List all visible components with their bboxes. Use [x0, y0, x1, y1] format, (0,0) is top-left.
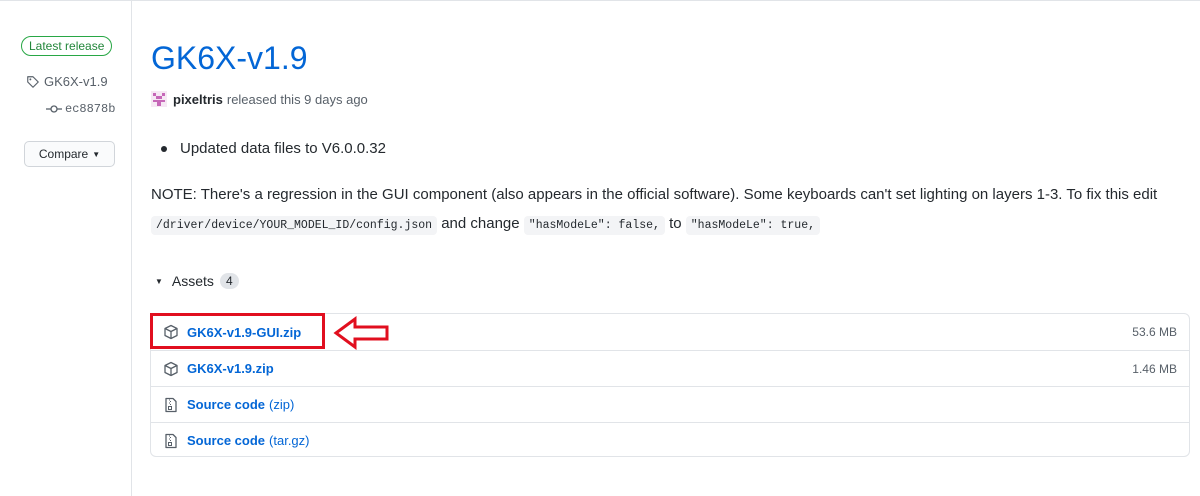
- latest-release-badge: Latest release: [21, 36, 113, 56]
- note-text-3: to: [664, 215, 686, 232]
- note-text-1: NOTE: There's a regression in the GUI co…: [151, 186, 1158, 203]
- column-divider: [131, 0, 132, 496]
- asset-row[interactable]: Source code (tar.gz): [151, 422, 1189, 458]
- annotation-highlight-box: [150, 313, 325, 349]
- assets-toggle[interactable]: ▼ Assets 4: [155, 273, 239, 289]
- release-byline: pixeltris released this 9 days ago: [151, 91, 368, 107]
- file-zip-icon: [165, 433, 177, 448]
- release-title[interactable]: GK6X-v1.9: [151, 38, 308, 78]
- code-has-mode-true: "hasModeLe": true,: [685, 216, 821, 235]
- compare-label: Compare: [38, 147, 89, 161]
- file-zip-icon: [165, 397, 177, 412]
- tag-link[interactable]: GK6X-v1.9: [26, 74, 108, 89]
- note-text-2: and change: [437, 215, 524, 232]
- compare-button[interactable]: Compare ▼: [24, 141, 115, 167]
- release-notes-list: Updated data files to V6.0.0.32: [153, 140, 386, 157]
- commit-icon: [46, 105, 62, 113]
- assets-count-badge: 4: [219, 273, 239, 289]
- tag-name: GK6X-v1.9: [44, 74, 108, 89]
- bullet-dot: [161, 145, 167, 152]
- package-icon: [164, 361, 178, 376]
- code-has-mode-false: "hasModeLe": false,: [523, 216, 665, 235]
- assets-label: Assets: [171, 273, 214, 289]
- commit-link[interactable]: ec8878b: [46, 102, 115, 116]
- avatar[interactable]: [151, 91, 167, 107]
- tag-icon: [27, 75, 39, 88]
- asset-size: 53.6 MB: [1132, 325, 1177, 339]
- asset-suffix[interactable]: (tar.gz): [269, 433, 309, 448]
- asset-row[interactable]: Source code (zip): [151, 386, 1189, 422]
- release-note: NOTE: There's a regression in the GUI co…: [151, 180, 1191, 240]
- asset-row[interactable]: GK6X-v1.9.zip 1.46 MB: [151, 350, 1189, 386]
- list-item-text: Updated data files to V6.0.0.32: [180, 140, 386, 157]
- asset-suffix[interactable]: (zip): [269, 397, 294, 412]
- list-item: Updated data files to V6.0.0.32: [153, 140, 386, 157]
- code-config-path: /driver/device/YOUR_MODEL_ID/config.json: [151, 216, 438, 235]
- caret-down-icon: ▼: [92, 149, 101, 159]
- asset-link[interactable]: Source code: [187, 397, 265, 412]
- author-name[interactable]: pixeltris: [173, 92, 223, 107]
- asset-link[interactable]: GK6X-v1.9.zip: [187, 361, 274, 376]
- commit-hash: ec8878b: [65, 102, 116, 116]
- arrow-left-icon: [333, 316, 389, 350]
- asset-link[interactable]: Source code: [187, 433, 265, 448]
- released-text: released this 9 days ago: [226, 91, 368, 107]
- caret-down-icon: ▼: [155, 276, 163, 286]
- asset-size: 1.46 MB: [1132, 361, 1177, 376]
- top-border: [0, 0, 1200, 1]
